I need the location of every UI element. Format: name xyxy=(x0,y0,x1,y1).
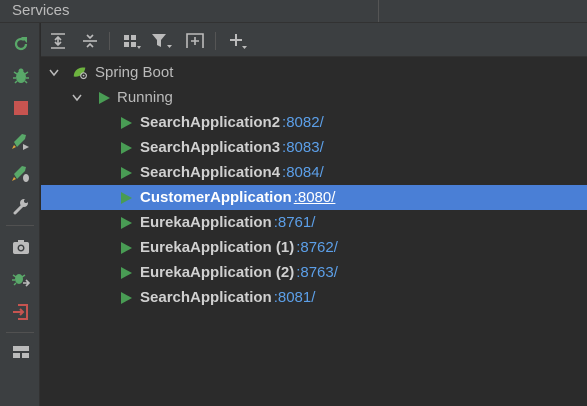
service-name: EurekaApplication xyxy=(140,214,272,231)
dump-threads-button[interactable] xyxy=(10,236,32,258)
rerun-button[interactable] xyxy=(10,33,32,55)
coverage-button[interactable] xyxy=(10,162,32,184)
toolbar-divider xyxy=(215,32,216,50)
filter-icon xyxy=(152,34,172,48)
service-port-link[interactable]: :8762/ xyxy=(296,239,338,256)
debug-icon xyxy=(13,68,29,84)
layout-button[interactable] xyxy=(10,341,32,363)
layout-icon xyxy=(13,346,29,358)
tree-node-label: Running xyxy=(117,89,173,106)
collapse-all-icon xyxy=(83,34,97,48)
toolbar-divider xyxy=(109,32,110,50)
login-icon xyxy=(13,304,28,320)
expand-all-icon xyxy=(51,33,65,49)
service-row[interactable]: SearchApplication2:8082/ xyxy=(41,110,587,135)
settings-button[interactable] xyxy=(10,195,32,217)
title-bar: Services xyxy=(0,0,587,23)
run-icon xyxy=(118,265,134,281)
new-tab-icon xyxy=(186,33,204,48)
service-port-link[interactable]: :8084/ xyxy=(282,164,324,181)
rerun-icon xyxy=(14,37,28,51)
service-port-link[interactable]: :8763/ xyxy=(296,264,338,281)
run-icon xyxy=(118,190,134,206)
settings-wrench-icon xyxy=(13,199,28,215)
sidebar-divider xyxy=(6,225,34,226)
group-by-button[interactable] xyxy=(121,30,143,52)
services-tree: Spring Boot Running SearchApplication2:8… xyxy=(41,58,587,406)
run-icon xyxy=(118,215,134,231)
service-port-link[interactable]: :8081/ xyxy=(274,289,316,306)
service-port-link[interactable]: :8080/ xyxy=(294,189,336,206)
run-icon xyxy=(118,240,134,256)
expand-all-button[interactable] xyxy=(47,30,69,52)
window-title: Services xyxy=(12,2,70,19)
service-row-selected[interactable]: CustomerApplication:8080/ xyxy=(41,185,587,210)
service-name: SearchApplication4 xyxy=(140,164,281,181)
tree-node-label: Spring Boot xyxy=(95,64,174,81)
camera-icon xyxy=(13,240,29,254)
debug-export-icon xyxy=(12,274,31,287)
service-name: SearchApplication3 xyxy=(140,139,281,156)
collapse-all-button[interactable] xyxy=(79,30,101,52)
run-config-icon xyxy=(12,134,29,150)
run-icon xyxy=(96,90,112,106)
service-row[interactable]: EurekaApplication:8761/ xyxy=(41,210,587,235)
run-icon xyxy=(118,115,134,131)
service-row[interactable]: EurekaApplication (1):8762/ xyxy=(41,235,587,260)
filter-button[interactable] xyxy=(151,30,173,52)
run-icon xyxy=(118,140,134,156)
service-port-link[interactable]: :8083/ xyxy=(282,139,324,156)
tree-node-running[interactable]: Running xyxy=(41,85,587,110)
sidebar-divider xyxy=(6,332,34,333)
export-debug-button[interactable] xyxy=(10,268,32,290)
service-port-link[interactable]: :8082/ xyxy=(282,114,324,131)
new-tab-button[interactable] xyxy=(184,30,206,52)
service-row[interactable]: SearchApplication:8081/ xyxy=(41,285,587,310)
service-row[interactable]: SearchApplication3:8083/ xyxy=(41,135,587,160)
coverage-icon xyxy=(12,166,29,182)
left-action-bar xyxy=(0,23,40,406)
spring-boot-icon xyxy=(72,65,88,81)
group-by-icon xyxy=(124,35,141,49)
run-config-button[interactable] xyxy=(10,130,32,152)
services-tab[interactable]: Services xyxy=(0,0,379,22)
service-row[interactable]: EurekaApplication (2):8763/ xyxy=(41,260,587,285)
run-icon xyxy=(118,165,134,181)
add-icon xyxy=(230,34,247,49)
run-icon xyxy=(118,290,134,306)
services-toolbar xyxy=(41,23,587,57)
chevron-down-icon[interactable] xyxy=(71,92,83,104)
tree-node-spring-boot[interactable]: Spring Boot xyxy=(41,60,587,85)
add-service-button[interactable] xyxy=(227,30,249,52)
service-row[interactable]: SearchApplication4:8084/ xyxy=(41,160,587,185)
service-name: EurekaApplication (2) xyxy=(140,264,295,281)
service-port-link[interactable]: :8761/ xyxy=(274,214,316,231)
service-name: CustomerApplication xyxy=(140,189,292,206)
attach-button[interactable] xyxy=(10,301,32,323)
service-name: EurekaApplication (1) xyxy=(140,239,295,256)
service-name: SearchApplication2 xyxy=(140,114,281,131)
stop-icon xyxy=(14,101,28,115)
chevron-down-icon[interactable] xyxy=(48,67,60,79)
service-name: SearchApplication xyxy=(140,289,272,306)
stop-button[interactable] xyxy=(10,97,32,119)
debug-button[interactable] xyxy=(10,65,32,87)
